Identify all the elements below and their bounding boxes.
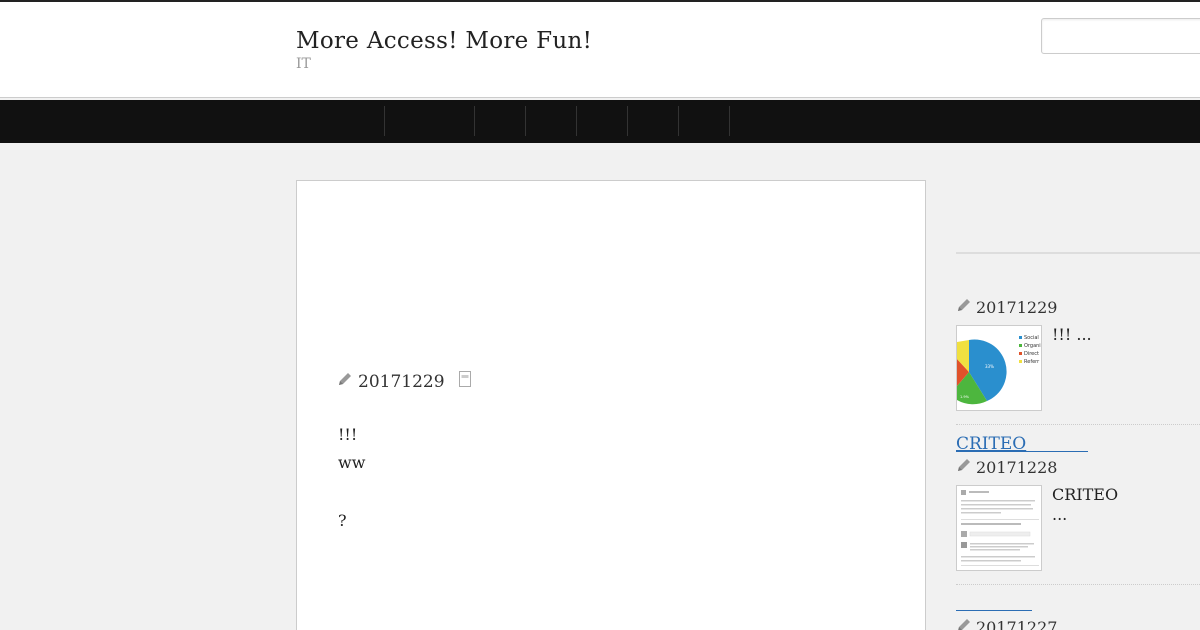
nav-item-5[interactable]	[627, 106, 678, 136]
main-navbar	[0, 100, 1200, 143]
nav-divider-end	[729, 106, 730, 136]
svg-text:1.9%: 1.9%	[960, 395, 970, 399]
nav-item-4[interactable]	[576, 106, 627, 136]
nav-item-3[interactable]	[525, 106, 576, 136]
nav-item-1[interactable]	[384, 106, 474, 136]
sidebar-entry-2-excerpt-line-1: CRITEO	[1052, 485, 1119, 504]
site-title[interactable]: More Access! More Fun!	[296, 28, 592, 54]
pencil-icon	[337, 371, 353, 392]
sidebar-entry-2-meta: 20171228	[956, 457, 1057, 477]
legend-label-social: Social	[1024, 335, 1039, 341]
post-text-line-1: !!!	[338, 425, 358, 444]
sidebar-entry-2-excerpt-line-2: ...	[1052, 505, 1068, 524]
post-text-line-3: ?	[338, 511, 347, 530]
sidebar-entry-2-link-underline	[956, 451, 1088, 452]
sidebar-entry-1-thumbnail[interactable]: 33% 1.9% Social Organi Direct Referr	[956, 325, 1042, 411]
legend-label-referral: Referr	[1024, 359, 1040, 365]
legend-label-organic: Organi	[1024, 343, 1041, 349]
pencil-icon	[956, 297, 972, 317]
site-description: IT	[296, 56, 311, 72]
post-date: 20171229	[358, 371, 445, 392]
sidebar-entry-1-meta: 20171229	[956, 297, 1057, 317]
sidebar-divider	[956, 424, 1200, 425]
sidebar-entry-1-excerpt: !!! ...	[1052, 325, 1092, 344]
sidebar-entry-3-date: 20171227	[976, 617, 1058, 630]
legend-label-direct: Direct	[1024, 351, 1039, 357]
post-meta: 20171229	[337, 371, 471, 392]
sidebar-entry-3-meta: 20171227	[956, 617, 1057, 630]
sidebar-entry-2-thumbnail[interactable]	[956, 485, 1042, 571]
nav-item-2[interactable]	[474, 106, 525, 136]
sidebar-entry-1-date: 20171229	[976, 297, 1058, 317]
post-text-line-2: ww	[338, 453, 366, 472]
main-post-card: 20171229 !!! ww ?	[296, 180, 926, 630]
document-icon[interactable]	[458, 371, 471, 392]
pencil-icon	[956, 617, 972, 630]
sidebar-divider	[956, 584, 1200, 585]
nav-item-6[interactable]	[678, 106, 729, 136]
search-input[interactable]	[1041, 18, 1200, 54]
svg-text:33%: 33%	[985, 364, 994, 369]
site-header: More Access! More Fun! IT	[0, 2, 1200, 98]
sidebar-divider	[956, 252, 1200, 254]
sidebar-entry-2-date: 20171228	[976, 457, 1058, 477]
sidebar-entry-3-link-underline[interactable]	[956, 610, 1032, 611]
pencil-icon	[956, 457, 972, 477]
